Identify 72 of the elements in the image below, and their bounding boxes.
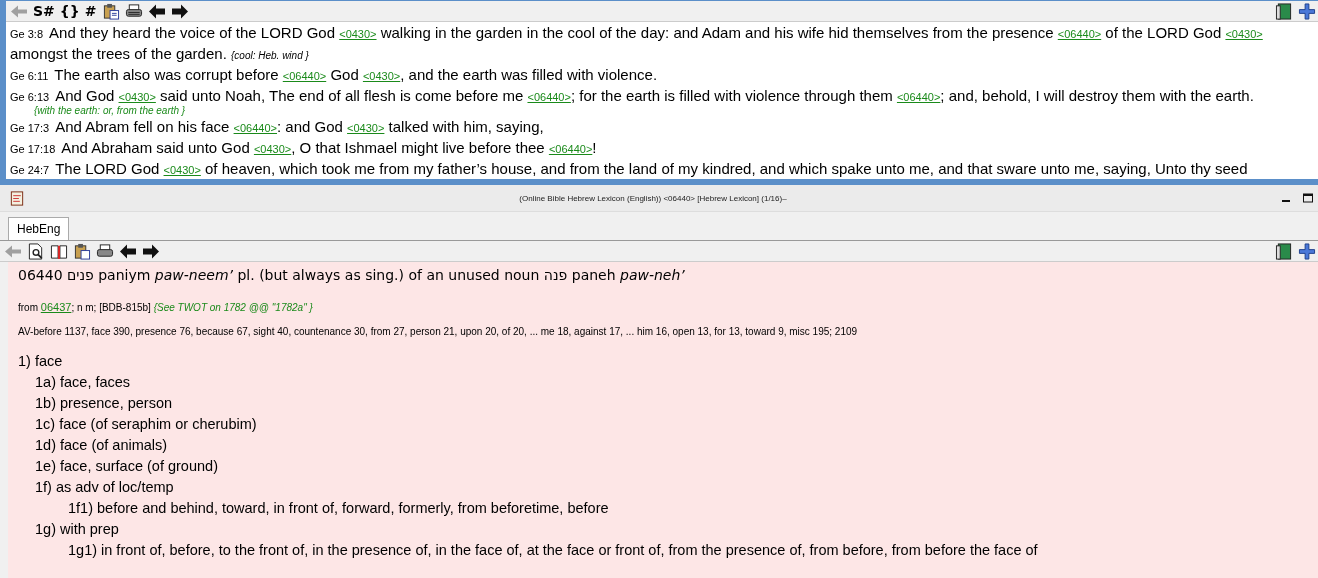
verse-text: talked with him, saying, bbox=[387, 118, 544, 135]
left-arrow-icon[interactable] bbox=[119, 242, 137, 260]
verse-text: And they heard the voice of the LORD God bbox=[49, 24, 337, 41]
verse-text: And God bbox=[55, 87, 116, 104]
toolbar-button[interactable]: {} bbox=[59, 2, 80, 20]
verse-text: And Abram fell on his face bbox=[55, 118, 231, 135]
strongs-link[interactable]: <0430> bbox=[347, 122, 385, 134]
strongs-link[interactable]: <0430> bbox=[163, 164, 201, 176]
strongs-link[interactable]: <06440> bbox=[233, 122, 277, 134]
strongs-link[interactable]: <06440> bbox=[527, 91, 571, 103]
verse-reference[interactable]: Ge 24:7 bbox=[10, 164, 50, 176]
window-title: (Online Bible Hebrew Lexicon (English)) <06440> [Hebrew Lexicon] (1/16)– bbox=[518, 193, 788, 203]
verse-text: , O that Ishmael might live before thee bbox=[291, 139, 546, 156]
definition-item: 1g1) in front of, before, to the front of, in the presence of, in the face of, at the face or front of, from the presence of, from before, from before the face of bbox=[67, 541, 1039, 560]
definition-item: 1) face bbox=[18, 352, 64, 371]
verse-reference[interactable]: Ge 3:8 bbox=[10, 28, 44, 40]
footnote: {cool: Heb. wind } bbox=[231, 50, 309, 61]
definition-item: 1f1) before and behind, toward, in front of, forward, formerly, from beforetime, before bbox=[67, 499, 610, 518]
plus-icon[interactable] bbox=[1298, 242, 1316, 260]
book-icon[interactable] bbox=[1275, 242, 1293, 260]
strongs-link[interactable]: <06440> bbox=[282, 70, 327, 82]
strongs-link[interactable]: <0430> bbox=[339, 28, 377, 40]
verse-text: ! bbox=[592, 139, 597, 156]
definition-item: 1g) with prep bbox=[34, 520, 120, 539]
definition-item: 1f) as adv of loc/temp bbox=[34, 478, 175, 497]
plus-icon[interactable] bbox=[1298, 2, 1316, 20]
printer-icon[interactable] bbox=[124, 2, 143, 20]
strongs-link[interactable]: <0430> bbox=[253, 143, 292, 155]
definition-item: 1b) presence, person bbox=[34, 394, 174, 413]
verse-reference[interactable]: Ge 6:11 bbox=[10, 70, 49, 82]
verse-text: of the LORD God bbox=[1104, 24, 1223, 41]
tab[interactable]: HebEng bbox=[8, 217, 70, 240]
verse-reference[interactable]: Ge 17:3 bbox=[10, 122, 50, 134]
book-icon[interactable] bbox=[1275, 2, 1293, 20]
verse-text: ; for the earth is filled with violence through them bbox=[570, 87, 894, 104]
printer-icon[interactable] bbox=[96, 242, 114, 260]
book-icon[interactable] bbox=[50, 242, 68, 260]
toolbar-button[interactable]: # bbox=[84, 2, 97, 20]
strongs-link[interactable]: <0430> bbox=[1225, 28, 1263, 40]
strongs-link[interactable]: <06440> bbox=[1057, 28, 1102, 40]
twot-reference: {See TWOT on 1782 @@ "1782a" } bbox=[153, 302, 313, 313]
right-arrow-icon[interactable] bbox=[142, 242, 160, 260]
verse-text: walking in the garden in the cool of the day: and Adam and his wife hid themselves from the presence bbox=[379, 24, 1055, 41]
left-arrow-icon[interactable] bbox=[147, 2, 166, 20]
av-usage: AV-before 1137, face 390, presence 76, because 67, sight 40, countenance 30, from 27, person 21, upon 20, of 20, ... me 18, against 17, ... him 16, open 13, for 13, toward 9, misc 195; 2109 bbox=[18, 325, 859, 339]
etymology-text: ; n m; [BDB-815b] bbox=[71, 302, 152, 313]
definition-item: 1c) face (of seraphim or cherubim) bbox=[34, 415, 258, 434]
verse-text: The earth also was corrupt before bbox=[54, 66, 280, 83]
verse-text: , and the earth was filled with violence. bbox=[400, 66, 658, 83]
clipboard-icon[interactable] bbox=[101, 2, 120, 20]
verse-text: And Abraham said unto God bbox=[61, 139, 251, 156]
clipboard-icon[interactable] bbox=[73, 242, 91, 260]
verse-text: amongst the trees of the garden. bbox=[10, 45, 228, 62]
strongs-link[interactable]: <0430> bbox=[118, 91, 156, 103]
verse-text: of heaven, which took me from my father’s house, and from the land of my kindred, and which spake unto me, and that sware unto me, saying, Unto thy seed bbox=[204, 160, 1248, 177]
definition-item: 1d) face (of animals) bbox=[34, 436, 169, 455]
verse-reference[interactable]: Ge 6:13 bbox=[10, 91, 50, 103]
verse-text: ; and, behold, I will destroy them with the earth. bbox=[940, 87, 1254, 104]
search-icon[interactable] bbox=[27, 242, 45, 260]
maximize-icon[interactable] bbox=[1302, 192, 1314, 204]
verse-text: God bbox=[329, 66, 360, 83]
definition-item: 1a) face, faces bbox=[34, 373, 132, 392]
right-arrow-icon[interactable] bbox=[170, 2, 189, 20]
etymology-text: from bbox=[18, 302, 39, 313]
definition-item: 1e) face, surface (of ground) bbox=[34, 457, 219, 476]
verse-text: : and God bbox=[277, 118, 344, 135]
strongs-link[interactable]: <0430> bbox=[362, 70, 401, 82]
verse-text: The LORD God bbox=[55, 160, 161, 177]
verse-reference[interactable]: Ge 17:18 bbox=[10, 143, 56, 155]
footnote: {with the earth: or, from the earth } bbox=[34, 105, 186, 116]
verse-text: said unto Noah, The end of all flesh is come before me bbox=[159, 87, 525, 104]
toolbar-button[interactable]: S# bbox=[33, 2, 55, 20]
